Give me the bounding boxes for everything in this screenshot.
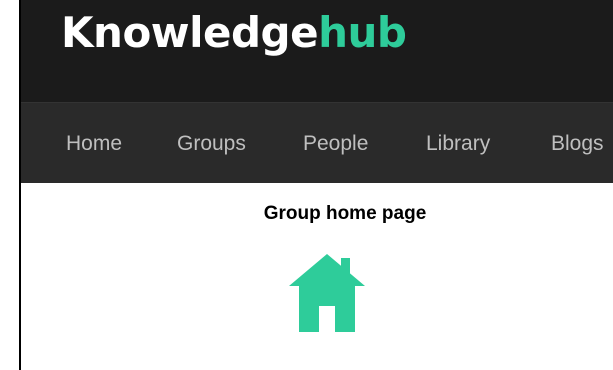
nav-item-groups[interactable]: Groups [177, 133, 246, 154]
nav-item-home[interactable]: Home [66, 133, 122, 154]
nav-item-blogs[interactable]: Blogs [551, 133, 604, 154]
header-bar: Knowledgehub [21, 0, 613, 102]
site-logo[interactable]: Knowledgehub [61, 12, 407, 54]
nav-item-people[interactable]: People [303, 133, 368, 154]
home-icon[interactable] [289, 254, 365, 334]
main-nav: Home Groups People Library Blogs [21, 102, 613, 183]
nav-item-library[interactable]: Library [426, 133, 490, 154]
main-content: Group home page [21, 183, 613, 370]
page: Knowledgehub Home Groups People Library … [0, 0, 613, 370]
page-title: Group home page [263, 203, 427, 224]
logo-main-text: Knowledge [61, 8, 319, 57]
logo-accent-text: hub [318, 8, 407, 57]
